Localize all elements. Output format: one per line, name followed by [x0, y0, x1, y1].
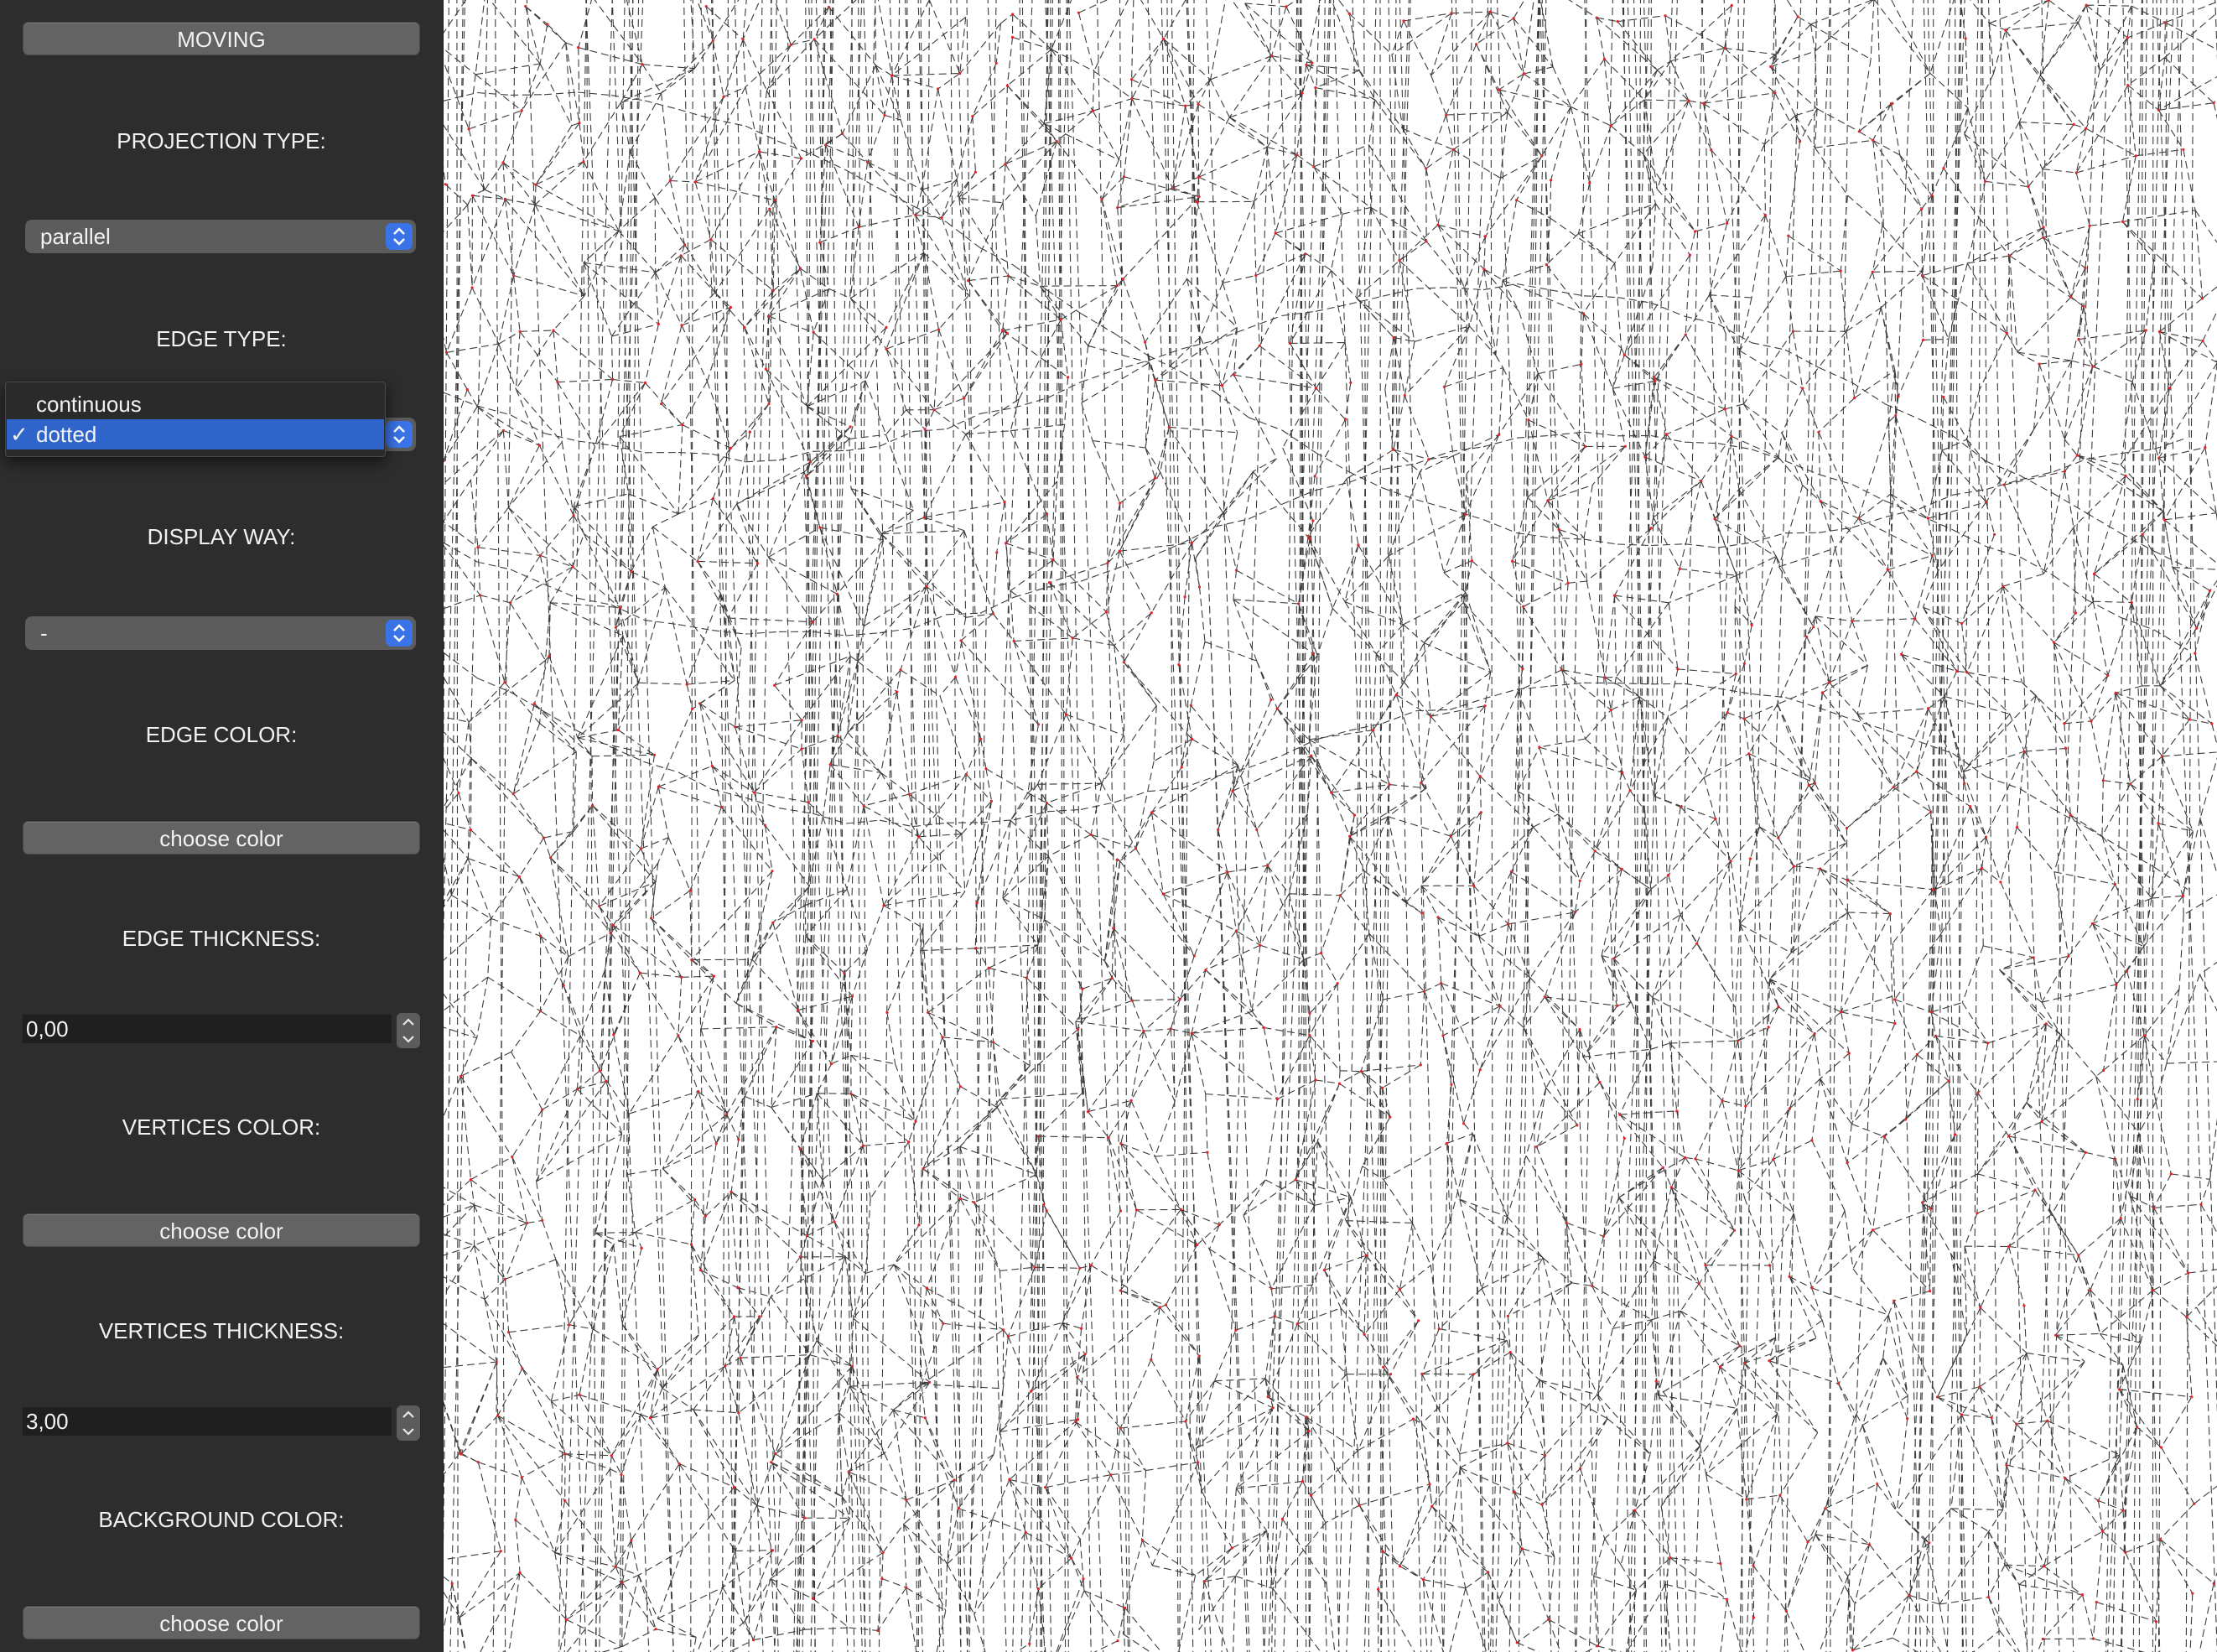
wireframe-viewport[interactable] [444, 0, 2217, 1652]
chevron-up-down-icon [386, 620, 413, 647]
chevron-up-down-icon [386, 223, 413, 250]
option-label: continuous [36, 392, 142, 417]
edge-thickness-spinbox: 0,00 [23, 1013, 420, 1048]
edge-type-label: EDGE TYPE: [156, 326, 287, 351]
mesh-edges [444, 0, 2217, 1652]
edge-type-option-dotted[interactable]: ✓ dotted [7, 419, 384, 449]
mesh-vertices [444, 0, 2215, 1652]
vertices-thickness-spinbox: 3,00 [23, 1405, 420, 1441]
checkmark-icon: ✓ [10, 422, 29, 447]
chevron-up-down-icon [386, 421, 413, 448]
mesh-edge-paths [444, 0, 2217, 1652]
edge-color-label: EDGE COLOR: [145, 722, 298, 747]
projection-type-value: parallel [40, 224, 111, 249]
mesh-vertex-dots [444, 0, 2215, 1652]
option-label: dotted [36, 422, 97, 447]
edge-type-option-continuous[interactable]: continuous [7, 389, 384, 419]
chevron-down-icon[interactable] [397, 1423, 420, 1441]
wireframe-mesh [444, 0, 2217, 1652]
chevron-up-icon[interactable] [397, 1013, 420, 1031]
edge-type-dropdown-menu: continuous ✓ dotted [5, 382, 386, 457]
moving-button[interactable]: MOVING [23, 22, 420, 55]
background-color-label: BACKGROUND COLOR: [98, 1507, 345, 1532]
stepper-arrows-icon[interactable] [397, 1405, 420, 1441]
vertices-thickness-label: VERTICES THICKNESS: [98, 1318, 345, 1343]
edge-thickness-input[interactable]: 0,00 [23, 1015, 392, 1043]
stepper-arrows-icon[interactable] [397, 1013, 420, 1048]
projection-type-label: PROJECTION TYPE: [117, 128, 326, 153]
display-way-label: DISPLAY WAY: [147, 524, 296, 549]
edge-thickness-label: EDGE THICKNESS: [122, 926, 321, 951]
chevron-down-icon[interactable] [397, 1031, 420, 1048]
background-color-button[interactable]: choose color [23, 1606, 420, 1639]
edge-color-button[interactable]: choose color [23, 821, 420, 855]
projection-type-select[interactable]: parallel [25, 220, 416, 253]
display-way-select[interactable]: - [25, 616, 416, 650]
chevron-up-icon[interactable] [397, 1405, 420, 1423]
settings-sidebar: MOVING PROJECTION TYPE: parallel EDGE TY… [0, 0, 444, 1652]
display-way-value: - [40, 621, 48, 646]
vertices-color-button[interactable]: choose color [23, 1213, 420, 1247]
vertices-color-label: VERTICES COLOR: [122, 1114, 321, 1140]
vertices-thickness-input[interactable]: 3,00 [23, 1407, 392, 1436]
